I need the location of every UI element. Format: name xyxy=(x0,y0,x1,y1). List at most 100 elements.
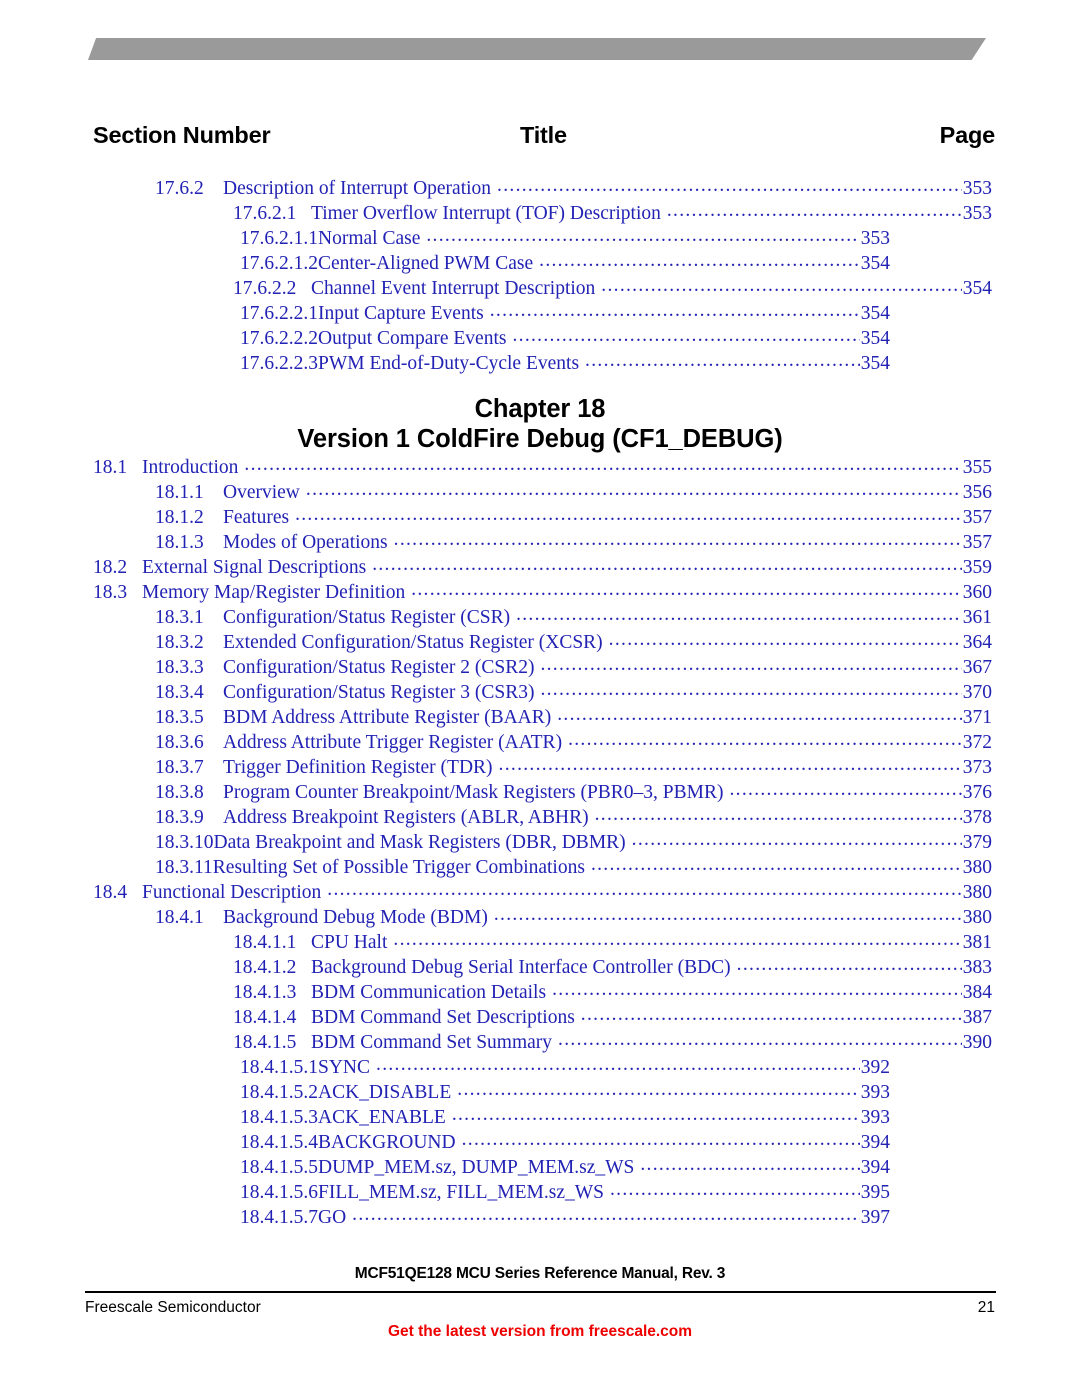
toc-entry-number: 18.4.1.5.7 xyxy=(240,1207,318,1228)
toc-dot-leader xyxy=(306,477,962,502)
toc-entry-title: Address Breakpoint Registers (ABLR, ABHR… xyxy=(223,807,589,828)
toc-entry-number: 18.3.11 xyxy=(155,857,213,878)
toc-entry-page-number: 395 xyxy=(860,1182,890,1203)
toc-entry[interactable]: 18.4.1.5.4BACKGROUND 394 xyxy=(0,1130,1080,1155)
toc-entry-title: Features xyxy=(223,507,290,528)
toc-entry-title: Modes of Operations xyxy=(223,532,388,553)
toc-entry-title: Center-Aligned PWM Case xyxy=(318,253,534,274)
footer-divider xyxy=(85,1291,996,1293)
toc-entry-page-number: 381 xyxy=(962,932,992,953)
toc-entry-page-number: 383 xyxy=(962,957,992,978)
toc-entry-page-number: 397 xyxy=(860,1207,890,1228)
column-heading-title: Title xyxy=(520,122,567,148)
toc-dot-leader xyxy=(552,977,962,1002)
toc-dot-leader xyxy=(462,1127,860,1152)
toc-entry-page-number: 353 xyxy=(860,228,890,249)
toc-dot-leader xyxy=(632,827,962,852)
toc-dot-leader xyxy=(595,802,962,827)
toc-entry-title: Overview xyxy=(223,482,300,503)
column-heading-page: Page xyxy=(939,122,996,148)
toc-entry-number: 17.6.2 xyxy=(155,178,204,199)
toc-dot-leader xyxy=(591,852,962,877)
toc-entry-page-number: 380 xyxy=(962,882,992,903)
toc-column-headings: Section Number Title Page xyxy=(93,122,995,154)
chapter-title-line: Version 1 ColdFire Debug (CF1_DEBUG) xyxy=(297,425,783,453)
toc-entry-title: Configuration/Status Register 3 (CSR3) xyxy=(223,682,535,703)
toc-entry-number: 18.4.1.5.1 xyxy=(240,1057,318,1078)
footer-promo-link[interactable]: Get the latest version from freescale.co… xyxy=(0,1323,1080,1341)
toc-entry-page-number: 384 xyxy=(962,982,992,1003)
toc-entry-page-number: 355 xyxy=(962,457,992,478)
toc-entry-title: Configuration/Status Register 2 (CSR2) xyxy=(223,657,535,678)
toc-entry-page-number: 390 xyxy=(962,1032,992,1053)
toc-dot-leader xyxy=(295,502,962,527)
toc-entry-number: 18.4.1.2 xyxy=(233,957,297,978)
toc-dot-leader xyxy=(568,727,962,752)
toc-entry-number: 18.4.1.5.2 xyxy=(240,1082,318,1103)
toc-dot-leader xyxy=(667,198,962,223)
toc-dot-leader xyxy=(457,1077,859,1102)
toc-entry-page-number: 371 xyxy=(962,707,992,728)
toc-entry-number: 18.3 xyxy=(93,582,128,603)
header-banner xyxy=(0,38,1080,62)
toc-entry-number: 17.6.2.2 xyxy=(233,278,297,299)
toc-dot-leader xyxy=(497,173,962,198)
toc-entry-page-number: 357 xyxy=(962,532,992,553)
toc-entry-title: SYNC xyxy=(318,1057,371,1078)
toc-entry-number: 18.3.8 xyxy=(155,782,204,803)
toc-entry-number: 18.1.3 xyxy=(155,532,204,553)
toc-entry-page-number: 378 xyxy=(962,807,992,828)
toc-dot-leader xyxy=(490,298,860,323)
toc-entry-number: 17.6.2.2.1 xyxy=(240,303,318,324)
banner-bar-shape xyxy=(88,38,986,60)
toc-dot-leader xyxy=(512,323,859,348)
toc-entry-title: Trigger Definition Register (TDR) xyxy=(223,757,493,778)
toc-dot-leader xyxy=(609,627,962,652)
toc-entry-title: Description of Interrupt Operation xyxy=(223,178,492,199)
toc-entry-number: 18.4 xyxy=(93,882,128,903)
toc-dot-leader xyxy=(372,552,962,577)
toc-entry[interactable]: 18.4.1.5.5DUMP_MEM.sz, DUMP_MEM.sz_WS 394 xyxy=(0,1155,1080,1180)
toc-entry-number: 18.3.5 xyxy=(155,707,204,728)
toc-dot-leader xyxy=(601,273,961,298)
toc-entry-number: 18.1 xyxy=(93,457,128,478)
toc-entry-number: 18.4.1.5.6 xyxy=(240,1182,318,1203)
toc-dot-leader xyxy=(640,1152,859,1177)
footer-page-number: 21 xyxy=(977,1299,995,1316)
toc-entry-number: 18.3.7 xyxy=(155,757,204,778)
toc-dot-leader xyxy=(452,1102,860,1127)
toc-entry-page-number: 360 xyxy=(962,582,992,603)
toc-dot-leader xyxy=(393,927,961,952)
toc-dot-leader xyxy=(581,1002,962,1027)
toc-dot-leader xyxy=(730,777,962,802)
toc-entry-page-number: 393 xyxy=(860,1107,890,1128)
toc-dot-leader xyxy=(737,952,962,977)
toc-entry-title: BDM Address Attribute Register (BAAR) xyxy=(223,707,552,728)
toc-dot-leader xyxy=(499,752,962,777)
toc-entry-number: 18.4.1.5.3 xyxy=(240,1107,318,1128)
toc-entry-page-number: 353 xyxy=(962,178,992,199)
toc-list-chapter-17: 17.6.2 Description of Interrupt Operation… xyxy=(0,176,1080,376)
toc-entry-title: BDM Communication Details xyxy=(311,982,547,1003)
toc-entry[interactable]: 18.4.1.5.7GO 397 xyxy=(0,1205,1080,1230)
toc-entry-title: BACKGROUND xyxy=(318,1132,456,1153)
toc-entry[interactable]: 17.6.2.2.2Output Compare Events 354 xyxy=(0,326,1080,351)
toc-entry-number: 18.4.1.1 xyxy=(233,932,297,953)
toc-entry-page-number: 357 xyxy=(962,507,992,528)
toc-dot-leader xyxy=(539,248,860,273)
toc-entry-page-number: 354 xyxy=(860,303,890,324)
toc-dot-leader xyxy=(426,223,859,248)
toc-dot-leader xyxy=(516,602,962,627)
toc-entry-number: 18.2 xyxy=(93,557,128,578)
toc-entry-title: Functional Description xyxy=(142,882,322,903)
toc-entry-page-number: 356 xyxy=(962,482,992,503)
toc-entry-title: External Signal Descriptions xyxy=(142,557,367,578)
toc-dot-leader xyxy=(494,902,962,927)
toc-dot-leader xyxy=(610,1177,860,1202)
toc-dot-leader xyxy=(585,348,860,373)
toc-entry[interactable]: 17.6.2.2.3PWM End-of-Duty-Cycle Events 35… xyxy=(0,351,1080,376)
toc-entry-title: Normal Case xyxy=(318,228,421,249)
toc-entry-page-number: 359 xyxy=(962,557,992,578)
toc-entry-page-number: 354 xyxy=(860,328,890,349)
toc-entry-number: 18.4.1.5.5 xyxy=(240,1157,318,1178)
